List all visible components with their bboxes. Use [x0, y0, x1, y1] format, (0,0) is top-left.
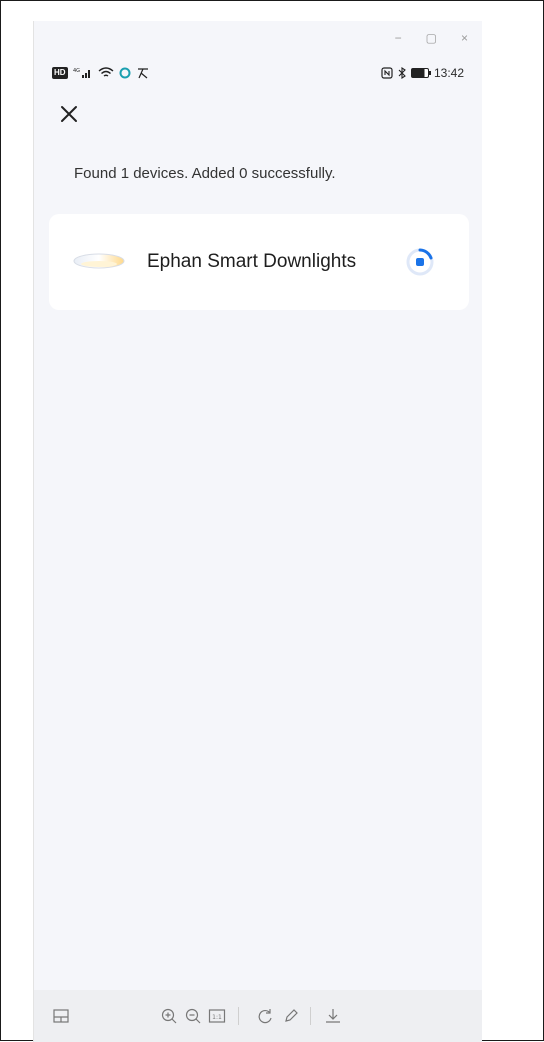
- rotate-icon[interactable]: [256, 1007, 274, 1025]
- toolbar-divider: [238, 1007, 239, 1025]
- window-controls: − ▢ ×: [395, 31, 468, 45]
- phone-screenshot-viewer: − ▢ × HD 4G 13:42 Found 1 devices. Added…: [33, 21, 482, 1042]
- actual-size-icon[interactable]: 1:1: [208, 1007, 226, 1025]
- layout-icon[interactable]: [52, 1007, 70, 1025]
- close-button[interactable]: [56, 101, 82, 127]
- status-time: 13:42: [433, 66, 464, 80]
- edit-icon[interactable]: [282, 1007, 300, 1025]
- toolbar-divider: [310, 1007, 311, 1025]
- device-name: Ephan Smart Downlights: [147, 251, 357, 272]
- device-card[interactable]: Ephan Smart Downlights: [49, 214, 469, 310]
- svg-text:1:1: 1:1: [212, 1014, 222, 1021]
- viewer-toolbar: 1:1: [34, 990, 482, 1042]
- window-close-button[interactable]: ×: [461, 31, 468, 45]
- app-notification-icon: [119, 67, 131, 79]
- svg-text:4G: 4G: [73, 68, 80, 74]
- download-icon[interactable]: [324, 1007, 342, 1025]
- signal-icon: 4G: [73, 68, 90, 78]
- close-icon: [61, 106, 77, 122]
- zoom-out-icon[interactable]: [184, 1007, 202, 1025]
- loading-spinner-icon: [406, 248, 434, 276]
- bluetooth-icon: [398, 67, 406, 79]
- outer-frame: − ▢ × HD 4G 13:42 Found 1 devices. Added…: [0, 0, 544, 1042]
- minimize-button[interactable]: −: [395, 31, 402, 45]
- ceiling-light-icon: [73, 253, 125, 269]
- restore-button[interactable]: ▢: [426, 31, 437, 45]
- status-bar: HD 4G 13:42: [52, 63, 464, 83]
- status-right: 13:42: [381, 66, 464, 80]
- translate-icon: [137, 68, 148, 79]
- hd-icon: HD: [52, 67, 68, 79]
- battery-icon: [410, 68, 431, 78]
- scan-result-message: Found 1 devices. Added 0 successfully.: [74, 165, 336, 182]
- zoom-in-icon[interactable]: [160, 1007, 178, 1025]
- nfc-icon: [381, 67, 393, 79]
- wifi-icon: [98, 67, 114, 77]
- status-left: HD 4G: [52, 67, 150, 79]
